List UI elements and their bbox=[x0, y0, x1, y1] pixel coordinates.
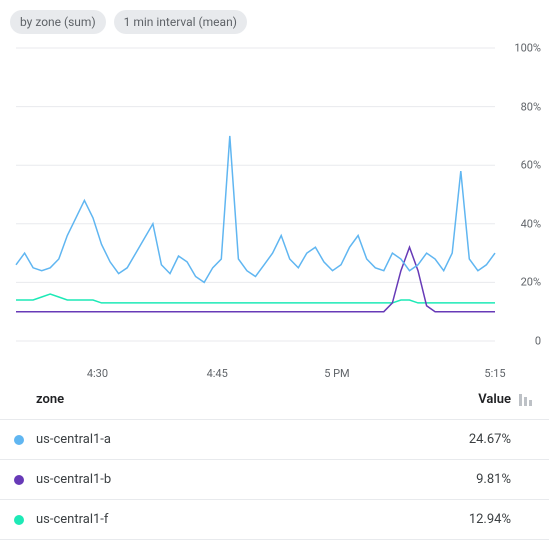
value-cell: 12.94% bbox=[451, 512, 511, 527]
y-tick-label: 40% bbox=[521, 217, 541, 230]
zone-cell: us-central1-b bbox=[36, 472, 451, 487]
header-spacer bbox=[14, 395, 24, 405]
chart-area[interactable]: 0 20% 40% 60% 80% 100% 4:30 4:45 5 PM 5:15 bbox=[10, 40, 545, 380]
zone-cell: us-central1-f bbox=[36, 512, 451, 527]
series-dot bbox=[14, 475, 24, 485]
line-chart bbox=[10, 40, 545, 365]
table-row[interactable]: us-central1-a24.67% bbox=[0, 420, 549, 460]
table-row[interactable]: us-central1-b9.81% bbox=[0, 460, 549, 500]
header-zone[interactable]: zone bbox=[36, 392, 451, 407]
header-value[interactable]: Value bbox=[451, 392, 511, 407]
x-tick-label: 4:30 bbox=[87, 367, 108, 380]
legend-table: zone Value us-central1-a24.67%us-central… bbox=[0, 380, 549, 540]
y-tick-label: 20% bbox=[521, 276, 541, 289]
chip-by-zone[interactable]: by zone (sum) bbox=[10, 10, 106, 34]
x-tick-label: 5:15 bbox=[484, 367, 505, 380]
filter-chips: by zone (sum) 1 min interval (mean) bbox=[0, 0, 549, 40]
value-cell: 9.81% bbox=[451, 472, 511, 487]
table-header-row: zone Value bbox=[0, 380, 549, 420]
y-tick-label: 100% bbox=[514, 42, 541, 55]
value-cell: 24.67% bbox=[451, 432, 511, 447]
y-tick-label: 80% bbox=[521, 100, 541, 113]
chip-interval[interactable]: 1 min interval (mean) bbox=[114, 10, 247, 34]
x-tick-label: 4:45 bbox=[207, 367, 228, 380]
table-row[interactable]: us-central1-f12.94% bbox=[0, 500, 549, 540]
x-tick-label: 5 PM bbox=[324, 367, 349, 380]
zone-cell: us-central1-a bbox=[36, 432, 451, 447]
series-dot bbox=[14, 515, 24, 525]
y-tick-label: 60% bbox=[521, 159, 541, 172]
series-dot bbox=[14, 435, 24, 445]
columns-icon[interactable] bbox=[519, 394, 535, 406]
y-tick-label: 0 bbox=[535, 335, 541, 348]
